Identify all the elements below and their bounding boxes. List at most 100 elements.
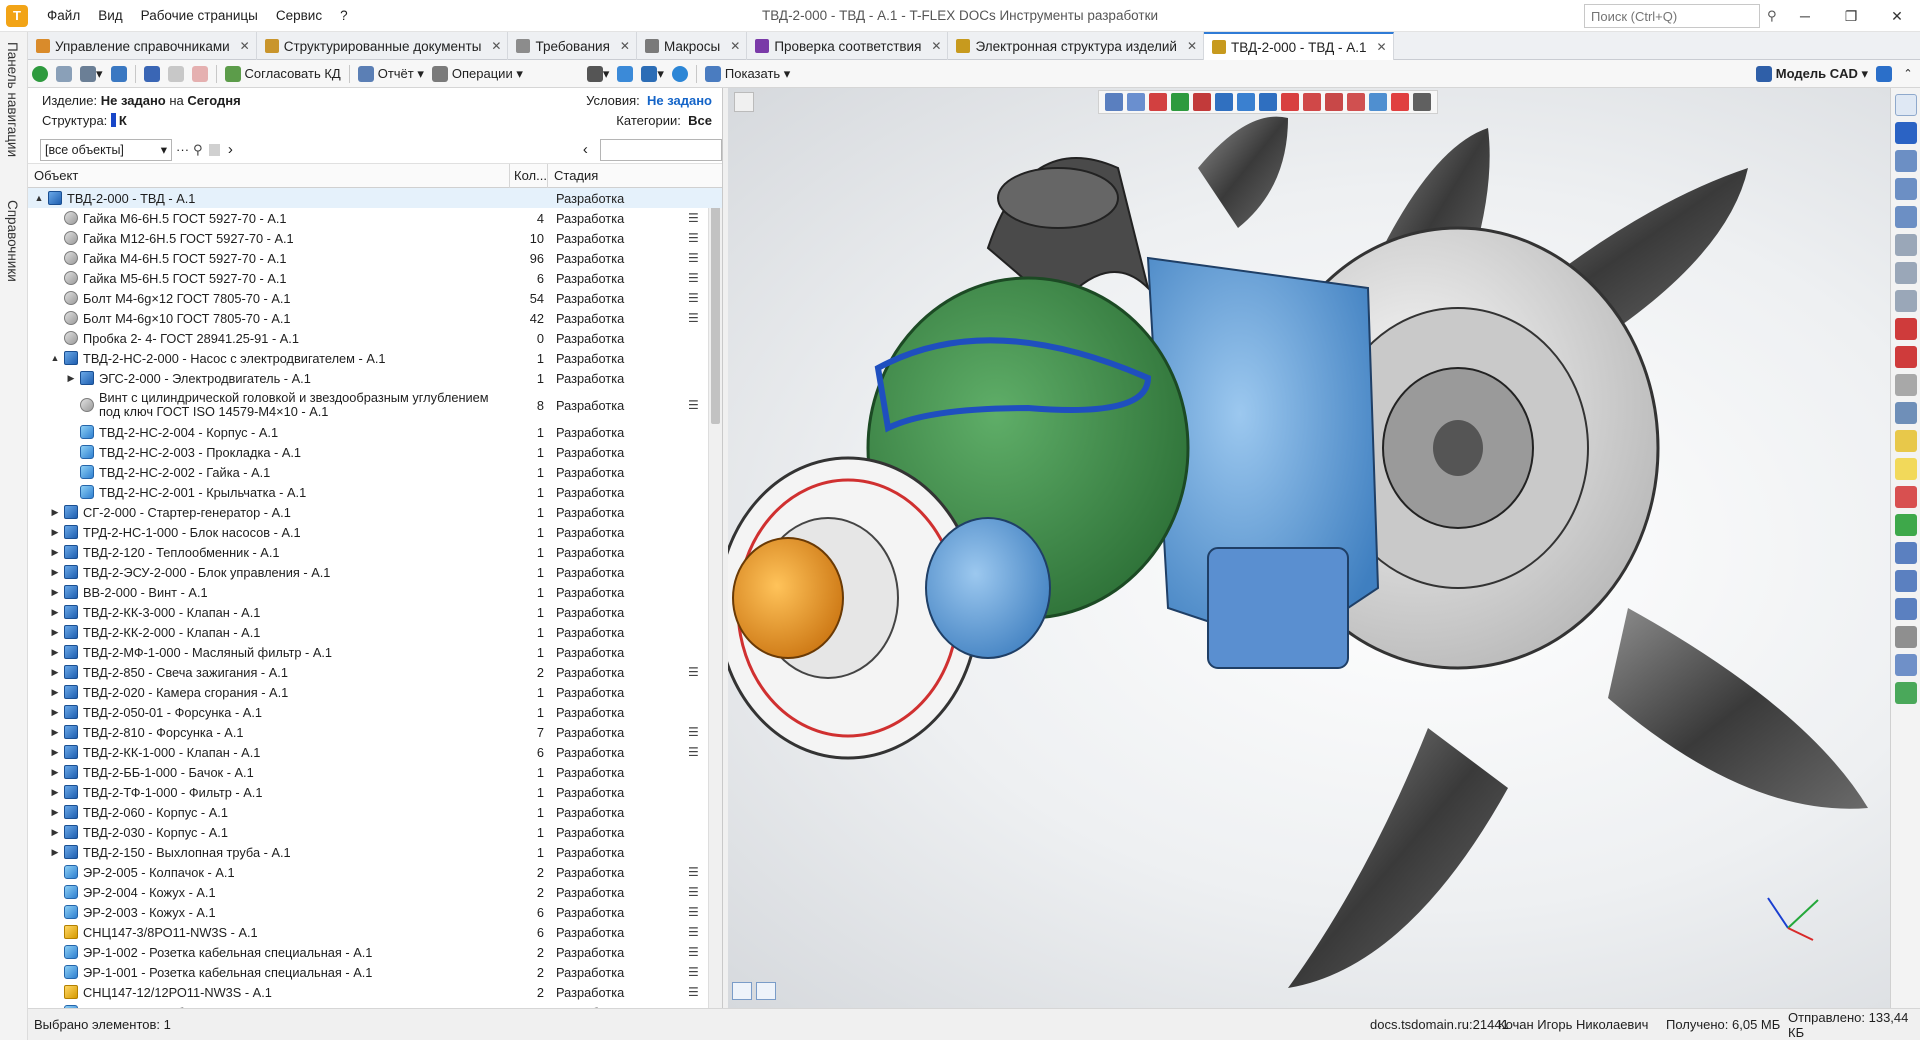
settings-icon[interactable] bbox=[1873, 62, 1895, 86]
row-menu-icon[interactable]: ☰ bbox=[688, 291, 708, 305]
tree-row[interactable]: ▶ ТВД-2-МФ-1-000 - Масляный фильтр - А.1 1… bbox=[28, 642, 722, 662]
tree-row[interactable]: ▶ ТВД-2-КК-2-000 - Клапан - А.1 1 Разработк… bbox=[28, 622, 722, 642]
tab-item[interactable]: ТВД-2-000 - ТВД - А.1 ✕ bbox=[1204, 32, 1394, 60]
model-cad-button[interactable]: Модель CAD ▾ bbox=[1753, 62, 1871, 86]
tree-row[interactable]: ▶ ТВД-2-КК-1-000 - Клапан - А.1 6 Разработк… bbox=[28, 742, 722, 762]
tree-row[interactable]: ▶ ТВД-2-ЭСУ-2-000 - Блок управления - А.1… bbox=[28, 562, 722, 582]
row-menu-icon[interactable]: ☰ bbox=[688, 965, 708, 979]
operations-button[interactable]: Операции ▾ bbox=[429, 62, 526, 86]
row-menu-icon[interactable]: ☰ bbox=[688, 985, 708, 999]
print-icon[interactable]: ▾ bbox=[584, 62, 613, 86]
row-menu-icon[interactable]: ☰ bbox=[688, 211, 708, 225]
single-view-icon[interactable] bbox=[756, 982, 776, 1000]
close-icon[interactable]: ✕ bbox=[491, 39, 501, 53]
tree-row[interactable]: ЭР-2-005 - Колпачок - А.1 2 Разработка ☰ bbox=[28, 862, 722, 882]
tree-row[interactable]: ▲ ТВД-2-000 - ТВД - А.1 Разработка bbox=[28, 188, 722, 208]
menu-item[interactable]: Файл bbox=[38, 0, 89, 32]
tab-item[interactable]: Управление справочниками ✕ bbox=[28, 32, 257, 60]
close-icon[interactable]: ✕ bbox=[240, 39, 250, 53]
row-menu-icon[interactable]: ☰ bbox=[688, 885, 708, 899]
filter-grid-icon[interactable] bbox=[208, 143, 220, 156]
tree-row[interactable]: СНЦ147-3/8РО11-NW3S - А.1 6 Разработка ☰ bbox=[28, 922, 722, 942]
row-menu-icon[interactable]: ☰ bbox=[688, 271, 708, 285]
tree-row[interactable]: ▶ ТВД-2-050-01 - Форсунка - А.1 1 Разработк… bbox=[28, 702, 722, 722]
tree-row[interactable]: ▶ ТВД-2-060 - Корпус - А.1 1 Разработка bbox=[28, 802, 722, 822]
tree-row[interactable]: ▶ ТВД-2-810 - Форсунка - А.1 7 Разработка ☰ bbox=[28, 722, 722, 742]
row-menu-icon[interactable]: ☰ bbox=[688, 311, 708, 325]
chevron-left-icon[interactable]: ‹ bbox=[583, 141, 588, 158]
menu-item[interactable]: Рабочие страницы bbox=[132, 0, 267, 32]
expand-toggle-icon[interactable]: ▶ bbox=[48, 567, 62, 578]
tree-row[interactable]: ▶ ТВД-2-120 - Теплообменник - А.1 1 Разрабо… bbox=[28, 542, 722, 562]
row-menu-icon[interactable]: ☰ bbox=[688, 725, 708, 739]
row-menu-icon[interactable]: ☰ bbox=[688, 745, 708, 759]
zoom-in-icon[interactable] bbox=[1894, 150, 1917, 172]
tree-row[interactable]: ▶ ТВД-2-020 - Камера сгорания - А.1 1 Разра… bbox=[28, 682, 722, 702]
expand-toggle-icon[interactable]: ▶ bbox=[48, 767, 62, 778]
filter-search-icon[interactable]: ⚲ bbox=[193, 142, 203, 158]
tree-row[interactable]: ТВД-2-НС-2-004 - Корпус - А.1 1 Разработка bbox=[28, 422, 722, 442]
menu-item[interactable]: Вид bbox=[89, 0, 131, 32]
expand-toggle-icon[interactable]: ▶ bbox=[48, 747, 62, 758]
tree-row[interactable]: ▶ ТВД-2-КК-3-000 - Клапан - А.1 1 Разработк… bbox=[28, 602, 722, 622]
close-icon[interactable]: ✕ bbox=[931, 39, 941, 53]
green-cube-icon[interactable] bbox=[1894, 514, 1917, 536]
expand-toggle-icon[interactable]: ▶ bbox=[48, 627, 62, 638]
tree-row[interactable]: ТВД-2-НС-2-002 - Гайка - А.1 1 Разработка bbox=[28, 462, 722, 482]
close-window-button[interactable]: ✕ bbox=[1874, 0, 1920, 32]
minimize-button[interactable]: ─ bbox=[1782, 0, 1828, 32]
layers-icon[interactable] bbox=[1894, 374, 1917, 396]
expand-toggle-icon[interactable]: ▶ bbox=[48, 547, 62, 558]
more-options-button[interactable]: ··· bbox=[176, 142, 189, 157]
save-icon[interactable] bbox=[165, 62, 187, 86]
import-icon[interactable] bbox=[1894, 570, 1917, 592]
car-icon[interactable] bbox=[1894, 598, 1917, 620]
menu-item[interactable]: ? bbox=[331, 0, 357, 32]
nav-panel-tab[interactable]: Панель навигации bbox=[5, 42, 20, 157]
yellow-square-icon[interactable] bbox=[1894, 458, 1917, 480]
expand-toggle-icon[interactable]: ▶ bbox=[48, 847, 62, 858]
tree-row[interactable]: Болт М4-6g×10 ГОСТ 7805-70 - А.1 42 Разраб… bbox=[28, 308, 722, 328]
column-stage[interactable]: Стадия bbox=[548, 164, 722, 188]
cad-viewport[interactable] bbox=[728, 88, 1890, 1008]
tree-row[interactable]: ▶ ТВД-2-ББ-1-000 - Бачок - А.1 1 Разработка bbox=[28, 762, 722, 782]
tab-item[interactable]: Макросы ✕ bbox=[637, 32, 748, 60]
row-menu-icon[interactable]: ☰ bbox=[688, 865, 708, 879]
row-menu-icon[interactable]: ☰ bbox=[688, 905, 708, 919]
tree-row[interactable]: Гайка М4-6Н.5 ГОСТ 5927-70 - А.1 96 Разраб… bbox=[28, 248, 722, 268]
column-object[interactable]: Объект bbox=[28, 163, 510, 188]
edit-icon[interactable] bbox=[141, 62, 163, 86]
close-icon[interactable]: ✕ bbox=[620, 39, 630, 53]
column-count[interactable]: Кол... bbox=[510, 163, 548, 188]
magnet-icon[interactable] bbox=[1894, 122, 1917, 144]
wrench-icon[interactable]: ▾ bbox=[638, 62, 667, 86]
row-menu-icon[interactable]: ☰ bbox=[688, 398, 708, 412]
condition-value[interactable]: Не задано bbox=[647, 93, 712, 108]
expand-toggle-icon[interactable]: ▶ bbox=[48, 667, 62, 678]
zoom-icon[interactable] bbox=[614, 62, 636, 86]
copy-icon[interactable] bbox=[53, 62, 75, 86]
tree-row[interactable]: ▶ ТВД-2-030 - Корпус - А.1 1 Разработка bbox=[28, 822, 722, 842]
expand-toggle-icon[interactable]: ▶ bbox=[48, 787, 62, 798]
check-red-icon[interactable] bbox=[1894, 318, 1917, 340]
expand-toggle-icon[interactable]: ▲ bbox=[48, 353, 62, 363]
close-icon[interactable]: ✕ bbox=[1377, 40, 1387, 54]
row-menu-icon[interactable]: ☰ bbox=[688, 665, 708, 679]
expand-toggle-icon[interactable]: ▶ bbox=[48, 707, 62, 718]
tree-row[interactable]: ТВД-2-НС-2-001 - Крыльчатка - А.1 1 Разраб… bbox=[28, 482, 722, 502]
chevron-right-icon[interactable]: › bbox=[228, 141, 233, 158]
search-box[interactable]: ⚲ bbox=[1584, 4, 1777, 28]
expand-toggle-icon[interactable]: ▶ bbox=[48, 827, 62, 838]
tree-row[interactable]: ▶ ТВД-2-850 - Свеча зажигания - А.1 2 Разра… bbox=[28, 662, 722, 682]
expand-toggle-icon[interactable]: ▶ bbox=[48, 607, 62, 618]
object-filter-select[interactable]: [все объекты] ▾ bbox=[40, 138, 173, 161]
structure-value[interactable]: К bbox=[119, 113, 127, 128]
expand-toggle-icon[interactable]: ▶ bbox=[48, 807, 62, 818]
tree-row[interactable]: ▲ ТВД-2-НС-2-000 - Насос с электродвигате… bbox=[28, 348, 722, 368]
tree-row[interactable]: СНЦ147-12/12РО11-NW3S - А.1 2 Разработка ☰ bbox=[28, 982, 722, 1002]
expand-toggle-icon[interactable]: ▶ bbox=[64, 373, 78, 384]
expand-toggle-icon[interactable]: ▲ bbox=[32, 193, 46, 203]
row-menu-icon[interactable]: ☰ bbox=[688, 925, 708, 939]
references-tab[interactable]: Справочники bbox=[5, 200, 20, 282]
restore-button[interactable]: ❐ bbox=[1828, 0, 1874, 32]
